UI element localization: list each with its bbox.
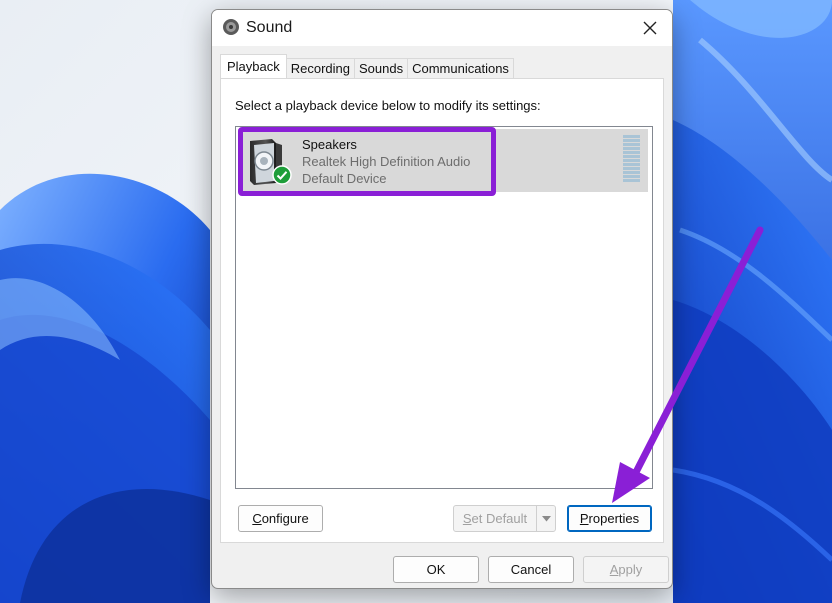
configure-button[interactable]: Configure xyxy=(238,505,323,532)
device-list[interactable]: Speakers Realtek High Definition Audio D… xyxy=(235,126,653,489)
set-default-button[interactable]: Set Default xyxy=(454,506,537,531)
apply-label: Apply xyxy=(609,562,643,577)
tab-playback[interactable]: Playback xyxy=(220,54,287,78)
cancel-button[interactable]: Cancel xyxy=(488,556,574,583)
properties-button[interactable]: Properties xyxy=(567,505,652,532)
tab-sounds[interactable]: Sounds xyxy=(354,58,409,78)
playback-panel: Select a playback device below to modify… xyxy=(220,78,664,543)
properties-label: Properties xyxy=(579,511,640,526)
ok-button[interactable]: OK xyxy=(393,556,479,583)
set-default-label: Set Default xyxy=(462,511,528,526)
apply-button[interactable]: Apply xyxy=(583,556,669,583)
instruction-text: Select a playback device below to modify… xyxy=(235,98,541,113)
tab-communications[interactable]: Communications xyxy=(407,58,514,78)
annotation-highlight-box xyxy=(238,127,496,196)
volume-level-meter xyxy=(623,135,640,182)
window-title: Sound xyxy=(246,19,293,36)
close-icon xyxy=(643,21,657,35)
set-default-split-button[interactable]: Set Default xyxy=(453,505,556,532)
title-bar[interactable]: Sound xyxy=(212,10,672,46)
set-default-dropdown[interactable] xyxy=(537,506,555,531)
close-button[interactable] xyxy=(628,10,672,46)
tab-recording[interactable]: Recording xyxy=(285,58,356,78)
chevron-down-icon xyxy=(541,515,551,521)
device-row-speakers[interactable]: Speakers Realtek High Definition Audio D… xyxy=(238,127,648,196)
speaker-app-icon xyxy=(223,19,239,35)
configure-label: Configure xyxy=(252,511,309,526)
tab-strip: Playback Recording Sounds Communications xyxy=(220,54,514,78)
sound-dialog: Sound Playback Recording Sounds Communic… xyxy=(211,9,673,589)
